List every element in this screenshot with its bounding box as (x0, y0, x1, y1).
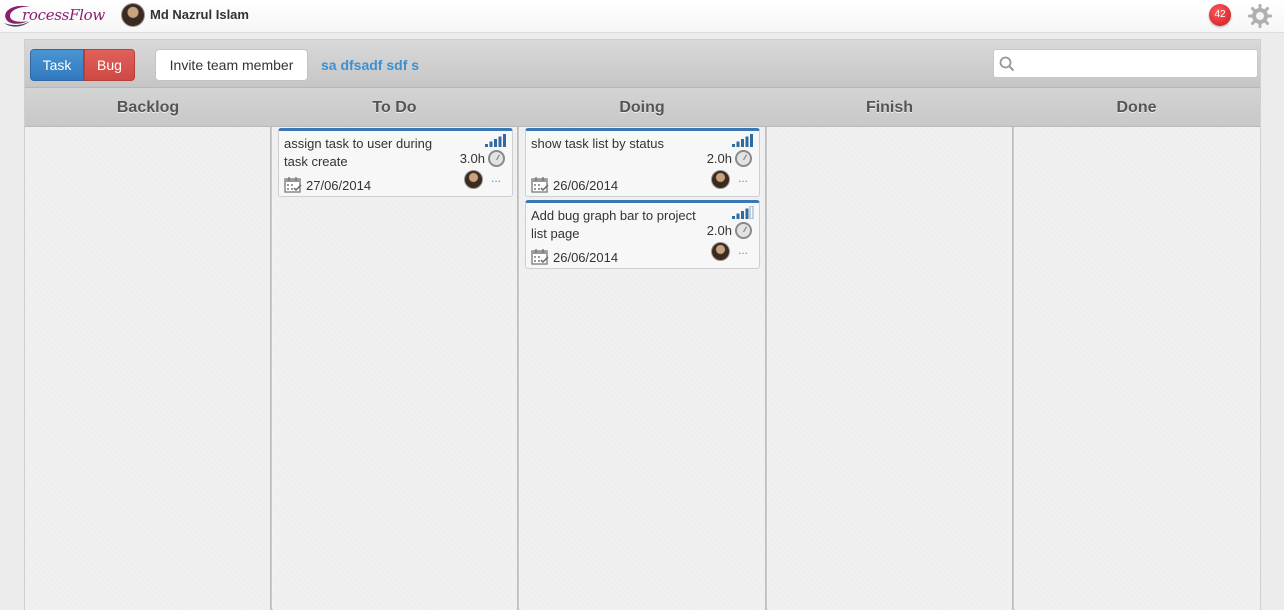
column-todo[interactable] (273, 127, 518, 610)
user-name[interactable]: Md Nazrul Islam (150, 7, 249, 22)
card-title[interactable]: Add bug graph bar to project list page (531, 207, 701, 243)
bug-button[interactable]: Bug (84, 49, 135, 81)
more-icon[interactable]: ... (491, 171, 501, 185)
task-card[interactable]: show task list by status 2.0h 26/06/2014 (525, 128, 760, 197)
clock-icon (735, 222, 752, 239)
more-icon[interactable]: ... (738, 171, 748, 185)
calendar-icon (284, 177, 302, 193)
calendar-icon (531, 177, 549, 193)
column-header-backlog: Backlog (116, 99, 180, 116)
task-card[interactable]: Add bug graph bar to project list page 2… (525, 200, 760, 269)
calendar-icon (531, 249, 549, 265)
card-hours: 2.0h (706, 223, 732, 238)
notification-badge[interactable]: 42 (1209, 4, 1231, 26)
column-header-todo: To Do (372, 99, 417, 116)
column-divider (1012, 127, 1014, 610)
project-name-link[interactable]: sa dfsadf sdf s (321, 57, 419, 73)
more-icon[interactable]: ... (738, 243, 748, 257)
column-divider (517, 127, 519, 610)
column-divider (270, 127, 272, 610)
assignee-avatar[interactable] (464, 170, 483, 189)
card-date: 27/06/2014 (306, 178, 372, 193)
column-divider (765, 127, 767, 610)
signal-bars-icon (732, 134, 753, 147)
column-header-doing: Doing (619, 99, 665, 116)
column-backlog[interactable] (25, 127, 271, 610)
column-headers: Backlog To Do Doing Finish Done (25, 88, 1260, 127)
card-hours: 2.0h (706, 151, 732, 166)
board-columns: assign task to user during task create 3… (25, 127, 1260, 610)
top-bar: rocessFlow Md Nazrul Islam 42 (0, 0, 1284, 33)
search-input[interactable] (1020, 53, 1254, 74)
board-toolbar: Task Bug Invite team member sa dfsadf sd… (25, 40, 1260, 88)
column-finish[interactable] (768, 127, 1013, 610)
clock-icon (735, 150, 752, 167)
column-header-finish: Finish (865, 99, 914, 116)
card-hours: 3.0h (459, 151, 485, 166)
column-done[interactable] (1015, 127, 1260, 610)
clock-icon (488, 150, 505, 167)
card-title[interactable]: assign task to user during task create (284, 135, 454, 171)
card-title[interactable]: show task list by status (531, 135, 701, 153)
app-logo[interactable]: rocessFlow (2, 3, 112, 29)
signal-bars-icon (485, 134, 506, 147)
assignee-avatar[interactable] (711, 170, 730, 189)
search-box[interactable] (993, 49, 1258, 78)
signal-bars-icon (732, 206, 754, 219)
logo-text: rocessFlow (22, 6, 105, 24)
column-header-done: Done (1116, 99, 1157, 116)
card-date: 26/06/2014 (553, 178, 619, 193)
assignee-avatar[interactable] (711, 242, 730, 261)
task-card[interactable]: assign task to user during task create 3… (278, 128, 513, 197)
search-icon (999, 56, 1015, 72)
card-date: 26/06/2014 (553, 250, 619, 265)
task-button[interactable]: Task (30, 49, 84, 81)
avatar[interactable] (121, 3, 145, 27)
gear-icon[interactable] (1247, 3, 1273, 29)
kanban-board: Task Bug Invite team member sa dfsadf sd… (24, 39, 1261, 610)
invite-team-member-button[interactable]: Invite team member (155, 49, 308, 81)
